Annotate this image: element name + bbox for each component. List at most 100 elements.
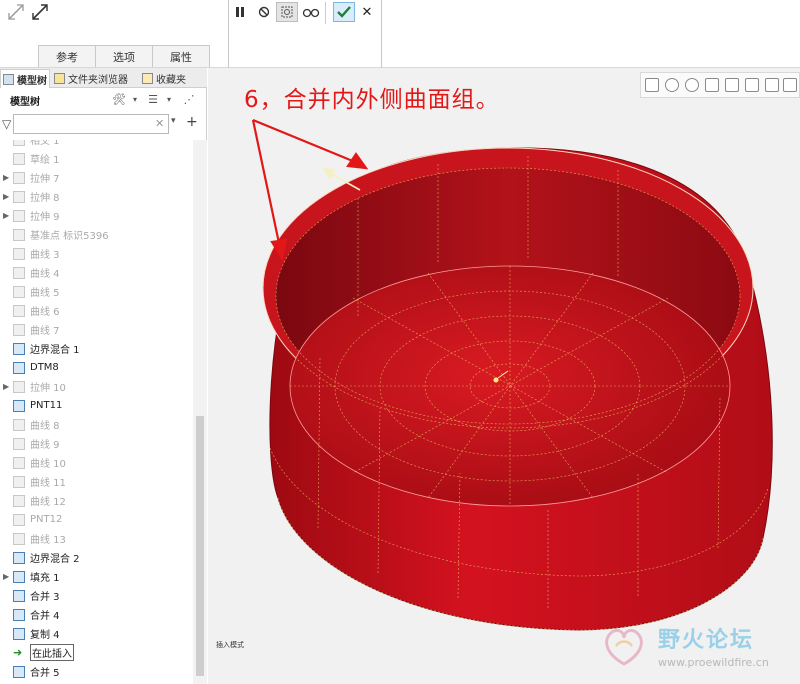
tree-item-label: 曲线 13 [30, 535, 66, 546]
datum-display-icon[interactable] [783, 78, 797, 92]
tree-item[interactable]: PNT11 [0, 396, 193, 415]
tree-item[interactable]: 合并 5 [0, 662, 193, 681]
tree-item-label: 曲线 6 [30, 307, 60, 318]
tree-item[interactable]: 曲线 9 [0, 434, 193, 453]
tab-properties[interactable]: 属性 [152, 45, 210, 67]
search-input[interactable] [13, 114, 169, 134]
extrude-icon [13, 209, 25, 222]
tree-item-label: 基准点 标识5396 [30, 231, 109, 242]
chevron-down-icon[interactable]: ▾ [171, 116, 176, 126]
panel-title: 模型树 [10, 96, 40, 108]
datum-point-icon [13, 228, 25, 241]
tree-item[interactable]: ▶ 拉伸 10 [0, 377, 193, 396]
tree-scrollbar[interactable] [193, 140, 207, 684]
tree-item[interactable]: ▶ 填充 1 [0, 567, 193, 586]
tree-item-label: 相交 1 [30, 140, 60, 147]
tree-item[interactable]: 曲线 7 [0, 320, 193, 339]
tree-item-label: 曲线 10 [30, 459, 66, 470]
extrude-icon [13, 190, 25, 203]
tree-item[interactable]: 合并 3 [0, 586, 193, 605]
model-canvas[interactable] [208, 68, 800, 684]
curve-icon [13, 532, 25, 545]
tree-item-label: PNT11 [30, 400, 63, 411]
tree-filter-icon[interactable]: ⋰ [182, 93, 196, 107]
tree-item[interactable]: 相交 1 [0, 140, 193, 149]
show-icon[interactable]: ☰ [146, 93, 160, 107]
graphics-viewport[interactable]: 6，合并内外侧曲面组。 插入模式 野火论坛 www.proewildfire.c… [208, 68, 800, 684]
merge-icon [13, 608, 25, 621]
repaint-icon[interactable] [705, 78, 719, 92]
tree-item[interactable]: 曲线 5 [0, 282, 193, 301]
tree-item[interactable]: ▶ 拉伸 9 [0, 206, 193, 225]
tree-item-label: 填充 1 [30, 573, 60, 584]
tree-item-label: DTM8 [30, 362, 59, 373]
tree-item[interactable]: 边界混合 1 [0, 339, 193, 358]
tree-item[interactable]: 曲线 4 [0, 263, 193, 282]
display-style-icon[interactable] [725, 78, 739, 92]
pause-button[interactable] [229, 2, 251, 22]
tree-item[interactable]: ➜ 在此插入 [0, 643, 193, 662]
tree-item[interactable]: 曲线 12 [0, 491, 193, 510]
tree-item[interactable]: ▶ 拉伸 8 [0, 187, 193, 206]
scrollbar-thumb[interactable] [196, 416, 204, 676]
distance-icon[interactable] [6, 2, 26, 22]
tree-item[interactable]: 曲线 6 [0, 301, 193, 320]
curve-icon [13, 266, 25, 279]
tab-references[interactable]: 参考 [38, 45, 96, 67]
tree-item[interactable]: 复制 4 [0, 624, 193, 643]
curve-icon [13, 285, 25, 298]
ribbon-divider-2 [381, 0, 382, 68]
chevron-down-icon[interactable]: ▾ [162, 93, 176, 107]
tree-item[interactable]: DTM8 [0, 358, 193, 377]
tab-options[interactable]: 选项 [95, 45, 153, 67]
tree-item[interactable]: PNT12 [0, 510, 193, 529]
watermark-logo [605, 628, 643, 666]
tree-item[interactable]: 曲线 11 [0, 472, 193, 491]
tree-item[interactable]: ▶ 拉伸 7 [0, 168, 193, 187]
fill-icon [13, 570, 25, 583]
tree-item[interactable]: 边界混合 2 [0, 548, 193, 567]
cancel-button[interactable]: ✕ [356, 2, 378, 22]
confirm-button[interactable] [333, 2, 355, 22]
expand-arrow-icon[interactable]: ▶ [3, 192, 9, 201]
refit-icon[interactable] [645, 78, 659, 92]
expand-arrow-icon[interactable]: ▶ [3, 173, 9, 182]
view-manager-icon[interactable] [765, 78, 779, 92]
add-icon[interactable]: + [186, 114, 198, 130]
tab-folder-browser[interactable]: 文件夹浏览器 [52, 69, 138, 88]
tree-item-label: 曲线 8 [30, 421, 60, 432]
control-divider [325, 2, 326, 24]
tree-item[interactable]: 曲线 13 [0, 529, 193, 548]
filter-icon[interactable]: ▽ [2, 117, 11, 131]
datum-point-icon [13, 399, 25, 412]
datum-point-icon [13, 513, 25, 526]
curve-icon [13, 323, 25, 336]
zoom-in-icon[interactable] [665, 78, 679, 92]
stop-button[interactable] [253, 2, 275, 22]
preview-button[interactable] [276, 2, 298, 22]
tab-favorites[interactable]: 收藏夹 [140, 69, 200, 88]
tree-item[interactable]: 基准点 标识5396 [0, 225, 193, 244]
tree-item-label: 曲线 3 [30, 250, 60, 261]
expand-arrow-icon[interactable]: ▶ [3, 382, 9, 391]
tab-model-tree[interactable]: 模型树 [0, 69, 50, 88]
tree-item[interactable]: 曲线 8 [0, 415, 193, 434]
glasses-button[interactable] [300, 2, 322, 22]
tree-item[interactable]: 合并 4 [0, 605, 193, 624]
settings-icon[interactable]: 🛠 [112, 93, 126, 107]
tree-item[interactable]: 草绘 1 [0, 149, 193, 168]
tree-item-label: 曲线 9 [30, 440, 60, 451]
zoom-out-icon[interactable] [685, 78, 699, 92]
tree-item-label: 拉伸 8 [30, 193, 60, 204]
favorites-icon [142, 73, 153, 84]
expand-arrow-icon[interactable]: ▶ [3, 211, 9, 220]
chevron-down-icon[interactable]: ▾ [128, 93, 142, 107]
expand-arrow-icon[interactable]: ▶ [3, 572, 9, 581]
close-icon[interactable]: ✕ [155, 117, 164, 130]
length-icon[interactable] [30, 2, 50, 22]
saved-views-icon[interactable] [745, 78, 759, 92]
intersect-icon [13, 140, 25, 146]
tree-item[interactable]: 曲线 3 [0, 244, 193, 263]
view-toolbar [640, 72, 800, 98]
tree-item[interactable]: 曲线 10 [0, 453, 193, 472]
